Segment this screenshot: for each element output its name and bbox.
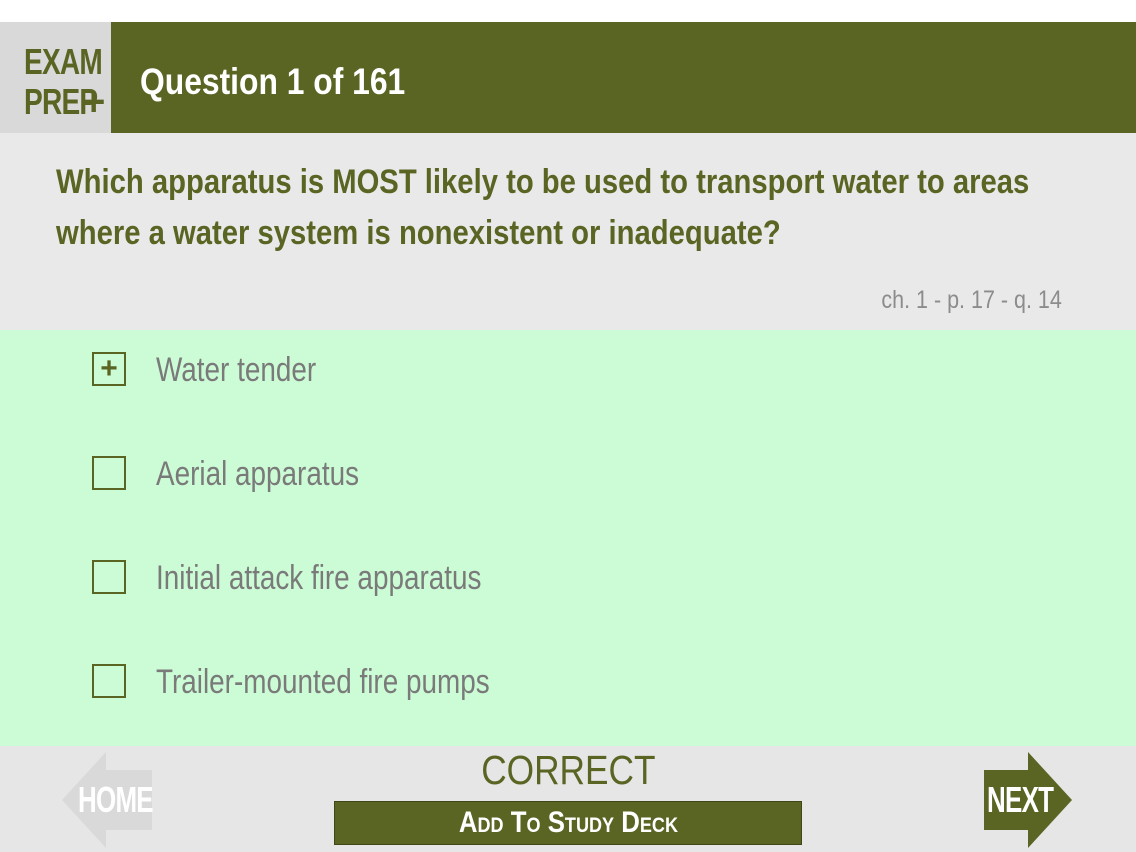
answer-checkbox-2[interactable] bbox=[92, 456, 126, 490]
question-counter: Question 1 of 161 bbox=[140, 61, 406, 102]
answer-option-3[interactable]: Initial attack fire apparatus bbox=[92, 558, 992, 598]
answer-option-4[interactable]: Trailer-mounted fire pumps bbox=[92, 662, 992, 702]
answer-label-1: Water tender bbox=[156, 351, 317, 389]
exam-prep-logo: EXAM PREP + bbox=[0, 22, 111, 133]
logo-plus-icon: + bbox=[82, 80, 106, 124]
checkbox-mark bbox=[94, 562, 124, 592]
app-screen: EXAM PREP + Question 1 of 161 Which appa… bbox=[0, 0, 1136, 852]
answer-checkbox-3[interactable] bbox=[92, 560, 126, 594]
answers-panel: + Water tender Aerial apparatus Initial … bbox=[0, 330, 1136, 746]
next-label: NEXT bbox=[987, 779, 1054, 820]
result-status: CORRECT bbox=[0, 746, 1136, 794]
plus-icon: + bbox=[100, 352, 118, 385]
add-to-study-deck-label: Add To Study Deck bbox=[458, 806, 678, 839]
result-status-text: CORRECT bbox=[480, 747, 656, 793]
question-text: Which apparatus is MOST likely to be use… bbox=[56, 163, 1030, 252]
next-button[interactable]: NEXT bbox=[984, 752, 1074, 848]
question-reference: ch. 1 - p. 17 - q. 14 bbox=[881, 286, 1062, 314]
answer-checkbox-4[interactable] bbox=[92, 664, 126, 698]
checkbox-mark bbox=[94, 458, 124, 488]
logo-text-exam: EXAM bbox=[24, 41, 103, 82]
footer-bar: HOME CORRECT Add To Study Deck NEXT bbox=[0, 746, 1136, 852]
question-panel: Which apparatus is MOST likely to be use… bbox=[0, 133, 1136, 330]
add-to-study-deck-button[interactable]: Add To Study Deck bbox=[334, 801, 802, 845]
checkbox-mark bbox=[94, 666, 124, 696]
header-bar: EXAM PREP + Question 1 of 161 bbox=[0, 22, 1136, 133]
answer-label-3: Initial attack fire apparatus bbox=[156, 559, 482, 597]
answer-checkbox-1[interactable]: + bbox=[92, 352, 126, 386]
answer-label-2: Aerial apparatus bbox=[156, 455, 360, 493]
answer-option-1[interactable]: + Water tender bbox=[92, 350, 992, 390]
answer-label-4: Trailer-mounted fire pumps bbox=[156, 663, 490, 701]
answer-option-2[interactable]: Aerial apparatus bbox=[92, 454, 992, 494]
